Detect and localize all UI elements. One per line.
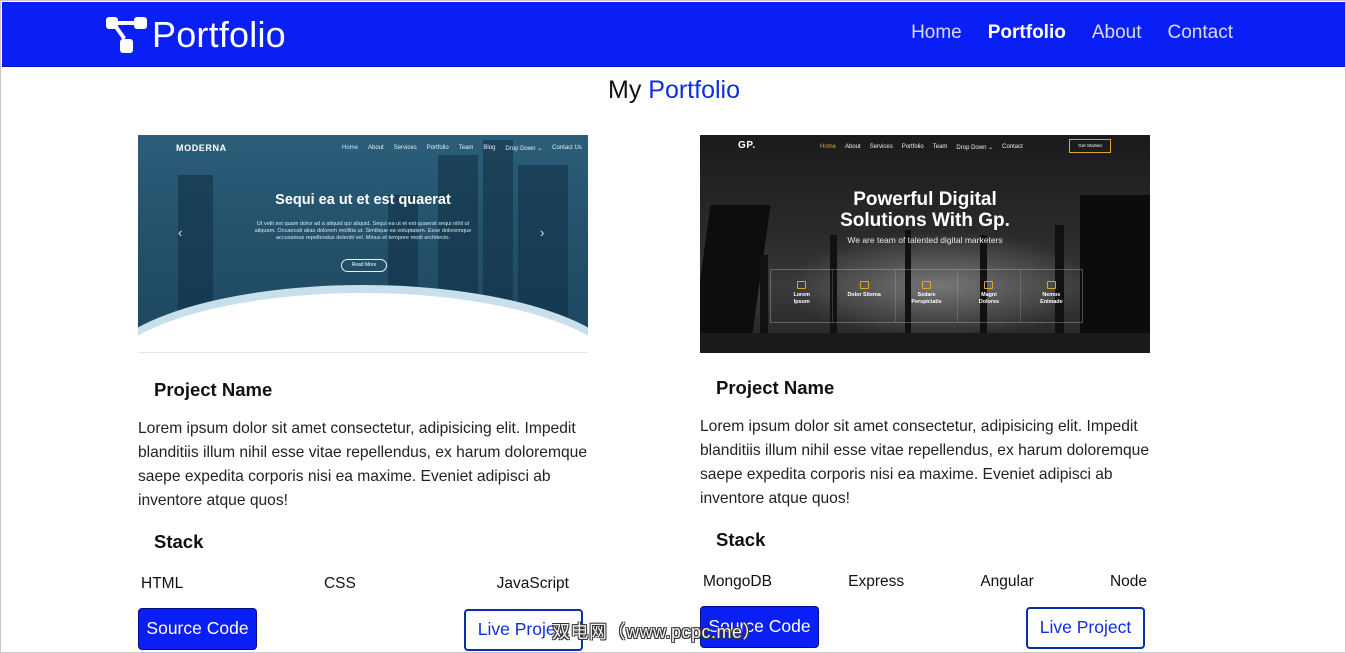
mini-logo: GP. <box>738 140 756 151</box>
stack-title: Stack <box>716 529 766 550</box>
mini-nav: Home About Services Portfolio Team Blog … <box>342 145 582 152</box>
nav-about[interactable]: About <box>1092 20 1142 46</box>
mini-feature: Sedare Perspiciatis <box>896 270 959 322</box>
mini-get-started-button: Get Started <box>1069 139 1111 153</box>
project-description: Lorem ipsum dolor sit amet consectetur, … <box>138 420 587 509</box>
mini-hero-title: Sequi ea ut et est quaerat <box>275 192 451 208</box>
project-card-1: MODERNA Home About Services Portfolio Te… <box>138 135 588 651</box>
brand-logo-icon <box>104 15 150 55</box>
live-project-button[interactable]: Live Project <box>1026 607 1145 649</box>
stack-item: HTML <box>141 575 184 592</box>
mini-feature: Magni Dolores <box>958 270 1021 322</box>
mini-hero-text: Ut velit est quam dolor ad a aliquid qui… <box>254 221 472 241</box>
mini-logo: MODERNA <box>176 143 227 153</box>
stack-title: Stack <box>154 531 204 552</box>
mini-feature: Nemos Enimade <box>1021 270 1082 322</box>
stack-list: HTML CSS JavaScript <box>141 575 569 593</box>
nav-portfolio[interactable]: Portfolio <box>988 20 1066 46</box>
mini-nav: Home About Services Portfolio Team Drop … <box>820 144 1023 151</box>
nav-links: Home Portfolio About Contact <box>911 20 1233 46</box>
nav-contact[interactable]: Contact <box>1168 20 1233 46</box>
mini-hero-subtitle: We are team of talented digital marketer… <box>847 235 1003 245</box>
mini-hero-button: Read More <box>341 259 387 272</box>
chevron-right-icon: › <box>540 225 545 240</box>
brand-name: Portfolio <box>152 14 286 55</box>
project-description: Lorem ipsum dolor sit amet consectetur, … <box>700 418 1149 507</box>
chevron-left-icon: ‹ <box>178 225 183 240</box>
mini-feature: Lorem Ipsum <box>771 270 834 322</box>
mini-feature-box: Lorem Ipsum Dolor Sitema Sedare Perspiciat… <box>770 269 1083 323</box>
mini-feature: Dolor Sitema <box>833 270 896 322</box>
stack-item: MongoDB <box>703 573 772 590</box>
nav-home[interactable]: Home <box>911 20 962 46</box>
stack-item: Angular <box>980 573 1034 590</box>
stack-item: Express <box>848 573 905 590</box>
stack-list: MongoDB Express Angular Node <box>703 573 1147 591</box>
brand[interactable]: Portfolio <box>104 14 286 56</box>
source-code-button[interactable]: Source Code <box>700 606 819 648</box>
project-card-2: GP. Home About Services Portfolio Team D… <box>700 135 1150 649</box>
live-project-button[interactable]: Live Project <box>464 609 583 651</box>
page-title-part1: My <box>608 76 642 104</box>
project-name: Project Name <box>716 377 835 398</box>
stack-item: CSS <box>323 575 356 592</box>
project-screenshot[interactable]: MODERNA Home About Services Portfolio Te… <box>138 135 588 353</box>
navbar: Portfolio Home Portfolio About Contact <box>2 2 1345 67</box>
page-title-part2: Portfolio <box>648 76 740 104</box>
project-name: Project Name <box>154 379 273 400</box>
stack-item: JavaScript <box>496 575 569 592</box>
mini-hero-title-1: Powerful Digital <box>853 189 997 210</box>
page-title: My Portfolio <box>1 76 1346 105</box>
source-code-button[interactable]: Source Code <box>138 608 257 650</box>
stack-item: Node <box>1109 573 1147 590</box>
project-screenshot[interactable]: GP. Home About Services Portfolio Team D… <box>700 135 1150 353</box>
mini-hero-title-2: Solutions With Gp. <box>840 210 1010 231</box>
